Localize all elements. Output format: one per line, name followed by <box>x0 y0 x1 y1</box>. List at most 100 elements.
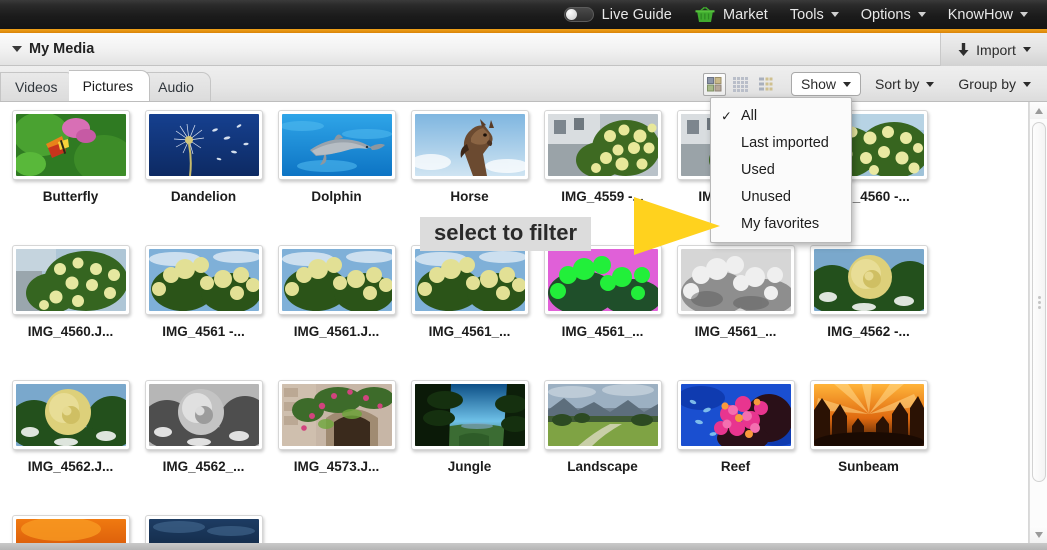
scroll-up-button[interactable] <box>1030 102 1047 119</box>
tree-magenta-green-thumbnail-image <box>547 249 658 311</box>
media-item[interactable]: IMG_4559 -... <box>536 110 669 204</box>
media-item-label: Dolphin <box>311 189 362 204</box>
details-list-view-button[interactable] <box>755 73 778 96</box>
media-item[interactable]: Butterfly <box>4 110 137 204</box>
view-toolbar: Show Sort by Group by <box>703 70 1041 98</box>
media-item[interactable]: Jungle <box>403 380 536 474</box>
download-arrow-icon <box>958 43 969 56</box>
thumbnail[interactable] <box>11 245 130 315</box>
group-by-button[interactable]: Group by <box>948 72 1041 96</box>
media-item-label: Landscape <box>567 459 638 474</box>
media-item[interactable]: IMG_4562.J... <box>4 380 137 474</box>
media-item[interactable]: IMG_4562 -... <box>802 245 935 339</box>
rose-grayscale-thumbnail-image <box>148 384 259 446</box>
tab-list: Videos Pictures Audio <box>0 70 211 101</box>
tab-videos[interactable]: Videos <box>0 72 75 101</box>
tab-pictures[interactable]: Pictures <box>68 70 151 101</box>
scrollbar-thumb[interactable] <box>1032 122 1046 482</box>
thumbnail[interactable] <box>676 380 795 450</box>
large-thumbnails-view-button[interactable] <box>703 72 727 96</box>
thumbnail[interactable] <box>144 380 263 450</box>
media-item[interactable]: Dolphin <box>270 110 403 204</box>
media-item[interactable]: IMG_4573.J... <box>270 380 403 474</box>
thumbnail[interactable] <box>543 380 662 450</box>
thumbnail[interactable] <box>11 110 130 180</box>
thumbnail[interactable] <box>144 110 263 180</box>
menu-options-label: Options <box>860 6 911 23</box>
menu-item-all[interactable]: ✓ All <box>711 102 851 129</box>
menu-tools-label: Tools <box>789 6 824 23</box>
live-guide-toggle[interactable]: Live Guide <box>553 0 683 29</box>
thumbnail[interactable] <box>410 110 529 180</box>
small-grid-icon <box>733 76 749 92</box>
large-grid-icon <box>707 76 722 91</box>
scrollbar-grip-icon <box>1037 294 1041 311</box>
thumbnail[interactable] <box>809 380 928 450</box>
thumbnail[interactable] <box>277 380 396 450</box>
media-item[interactable]: Sunbeam <box>802 380 935 474</box>
media-item[interactable]: IMG_4561_... <box>536 245 669 339</box>
media-item-label: IMG_4573.J... <box>293 459 380 474</box>
media-item-label: IMG_4561 -... <box>162 324 245 339</box>
media-item-label: IMG_4562_... <box>162 459 245 474</box>
market-button[interactable]: Market <box>683 0 779 29</box>
thumbnail[interactable] <box>809 245 928 315</box>
media-item[interactable]: Reef <box>669 380 802 474</box>
menu-item-unused[interactable]: Unused <box>711 183 851 210</box>
vertical-scrollbar[interactable] <box>1029 102 1047 543</box>
media-item[interactable]: IMG_4561.J... <box>270 245 403 339</box>
live-guide-label: Live Guide <box>601 6 672 23</box>
media-item[interactable]: IMG_4561_... <box>403 245 536 339</box>
show-button[interactable]: Show <box>791 72 862 96</box>
media-item[interactable]: IMG_4561_... <box>669 245 802 339</box>
horse-thumbnail-image <box>414 114 525 176</box>
chevron-down-icon <box>926 81 935 87</box>
small-thumbnails-view-button[interactable] <box>729 73 752 96</box>
media-item[interactable]: Horse <box>403 110 536 204</box>
media-item[interactable]: IMG_4562_... <box>137 380 270 474</box>
menu-item-used[interactable]: Used <box>711 156 851 183</box>
thumbnail[interactable] <box>11 515 130 543</box>
media-item[interactable]: Dandelion <box>137 110 270 204</box>
menu-item-used-label: Used <box>741 161 775 178</box>
media-item[interactable] <box>4 515 137 543</box>
media-item[interactable]: IMG_4561 -... <box>137 245 270 339</box>
sort-by-button[interactable]: Sort by <box>865 72 944 96</box>
sunbeam-thumbnail-image <box>813 384 924 446</box>
group-by-label: Group by <box>958 76 1016 92</box>
menu-tools[interactable]: Tools <box>779 0 850 29</box>
media-item[interactable] <box>137 515 270 543</box>
thumbnail[interactable] <box>144 245 263 315</box>
yellow-tree-thumbnail-image <box>281 249 392 311</box>
landscape-thumbnail-image <box>547 384 658 446</box>
thumbnail[interactable] <box>410 380 529 450</box>
toggle-switch-icon[interactable] <box>563 7 594 22</box>
scroll-down-button[interactable] <box>1030 526 1047 543</box>
tab-audio[interactable]: Audio <box>144 72 211 101</box>
check-icon: ✓ <box>721 108 732 123</box>
thumbnail[interactable] <box>11 380 130 450</box>
menu-item-last-imported[interactable]: Last imported <box>711 129 851 156</box>
media-grid: Butterfly Dandelion Dolphin Horse IMG_45… <box>0 102 1029 543</box>
thumbnail[interactable] <box>543 110 662 180</box>
chevron-down-icon <box>917 12 926 17</box>
roses-road-thumbnail-image <box>15 249 126 311</box>
show-label: Show <box>801 76 837 92</box>
my-media-header[interactable]: My Media <box>12 41 94 57</box>
menu-item-my-favorites[interactable]: My favorites <box>711 210 851 237</box>
thumbnail[interactable] <box>277 245 396 315</box>
media-item-label: Dandelion <box>170 189 237 204</box>
menu-knowhow[interactable]: KnowHow <box>937 0 1039 29</box>
thumbnail[interactable] <box>277 110 396 180</box>
media-item[interactable]: Landscape <box>536 380 669 474</box>
collapse-triangle-icon[interactable] <box>12 46 22 52</box>
import-button[interactable]: Import <box>940 33 1047 66</box>
media-item[interactable]: IMG_4560.J... <box>4 245 137 339</box>
thumbnail[interactable] <box>410 245 529 315</box>
chevron-down-icon <box>843 81 852 87</box>
menu-options[interactable]: Options <box>850 0 937 29</box>
jungle-thumbnail-image <box>414 384 525 446</box>
thumbnail[interactable] <box>144 515 263 543</box>
media-item-label: Sunbeam <box>838 459 899 474</box>
media-item-label: IMG_4561.J... <box>293 324 380 339</box>
